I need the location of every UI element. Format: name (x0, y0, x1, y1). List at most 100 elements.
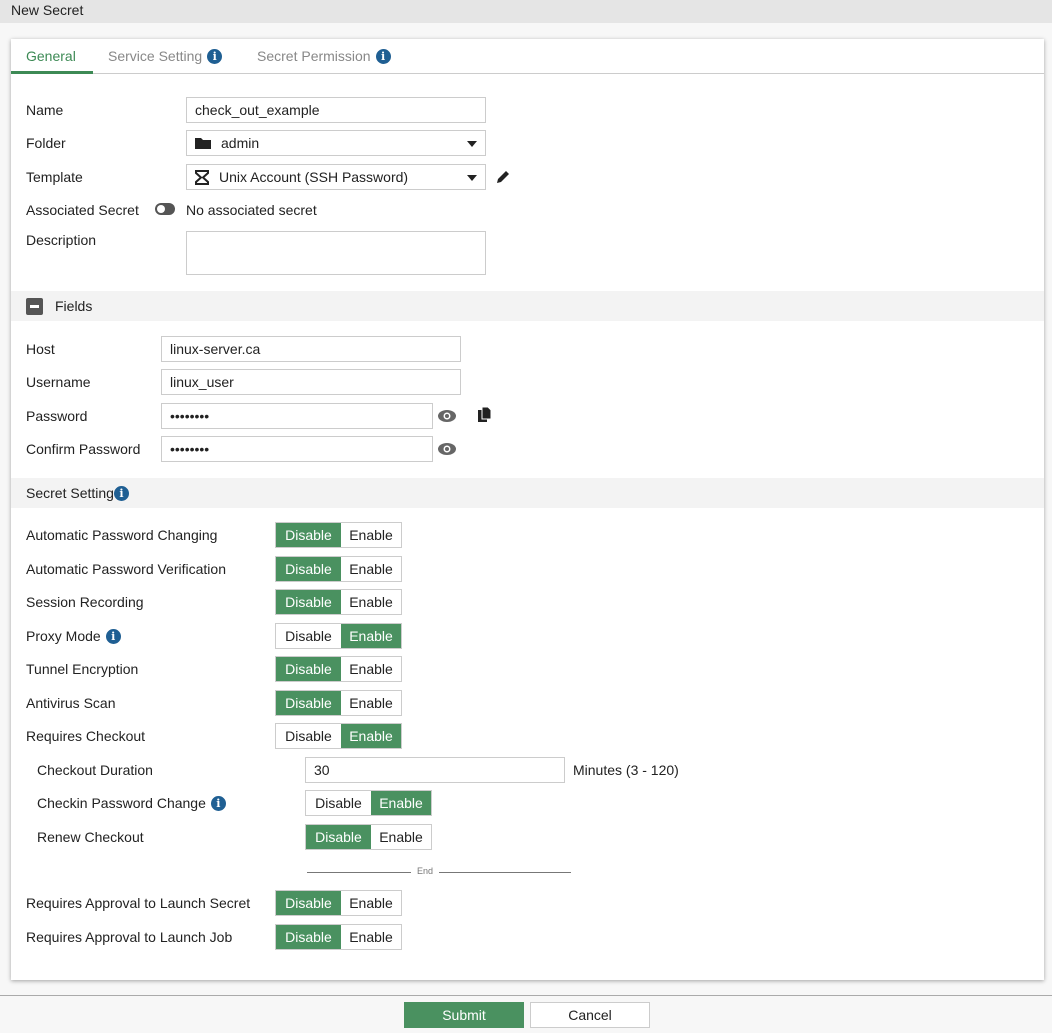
window-title: New Secret (0, 0, 1052, 23)
tab-label: Service Setting (108, 48, 203, 64)
name-input[interactable]: check_out_example (186, 97, 486, 123)
enable-option[interactable]: Enable (341, 523, 401, 547)
name-value: check_out_example (195, 102, 320, 118)
enable-option[interactable]: Enable (341, 891, 401, 915)
pencil-icon[interactable] (495, 169, 511, 185)
setting-label: Requires Approval to Launch Secret (26, 895, 250, 911)
fields-section-header[interactable]: Fields (11, 291, 1044, 321)
disable-enable-toggle[interactable]: Disable Enable (275, 690, 402, 716)
disable-option[interactable]: Disable (276, 590, 341, 614)
disable-enable-toggle[interactable]: Disable Enable (275, 522, 402, 548)
copy-icon[interactable] (478, 407, 492, 423)
template-label: Template (26, 169, 83, 185)
confirm-password-value: •••••••• (170, 441, 210, 457)
cancel-button[interactable]: Cancel (530, 1002, 650, 1028)
enable-option[interactable]: Enable (371, 791, 431, 815)
folder-select[interactable]: admin (186, 130, 486, 156)
description-label: Description (26, 232, 97, 248)
footer-divider (0, 995, 1052, 996)
chevron-down-icon (467, 141, 477, 147)
checkout-duration-input[interactable]: 30 (305, 757, 565, 783)
disable-option[interactable]: Disable (306, 825, 371, 849)
fields-title: Fields (55, 298, 93, 314)
enable-option[interactable]: Enable (341, 557, 401, 581)
enable-option[interactable]: Enable (341, 624, 401, 648)
disable-option[interactable]: Disable (276, 657, 341, 681)
setting-label: Requires Checkout (26, 728, 145, 744)
template-select[interactable]: Unix Account (SSH Password) (186, 164, 486, 190)
collapse-icon[interactable] (26, 297, 43, 315)
enable-option[interactable]: Enable (371, 825, 431, 849)
enable-option[interactable]: Enable (341, 691, 401, 715)
setting-label: Session Recording (26, 594, 144, 610)
tab-label: Secret Permission (257, 48, 371, 64)
username-label: Username (26, 374, 91, 390)
disable-enable-toggle[interactable]: Disable Enable (305, 824, 432, 850)
hourglass-icon (195, 169, 209, 185)
setting-label-text: Requires Approval to Launch Job (26, 929, 233, 945)
secret-form-card: General Service Setting i Secret Permissi… (11, 39, 1044, 980)
password-input[interactable]: •••••••• (161, 403, 433, 429)
checkout-duration-label: Checkout Duration (37, 762, 153, 778)
enable-option[interactable]: Enable (341, 657, 401, 681)
submit-button[interactable]: Submit (404, 1002, 524, 1028)
disable-enable-toggle[interactable]: Disable Enable (275, 623, 402, 649)
setting-label-text: Proxy Mode (26, 628, 101, 644)
disable-option[interactable]: Disable (276, 557, 341, 581)
disable-option[interactable]: Disable (306, 791, 371, 815)
enable-option[interactable]: Enable (341, 925, 401, 949)
secret-setting-section-header: Secret Setting i (11, 478, 1044, 508)
description-textarea[interactable] (186, 231, 486, 275)
enable-option[interactable]: Enable (341, 590, 401, 614)
host-input[interactable]: linux-server.ca (161, 336, 461, 362)
setting-label-text: Session Recording (26, 594, 144, 610)
host-label: Host (26, 341, 55, 357)
setting-label-text: Automatic Password Verification (26, 561, 226, 577)
setting-label: Automatic Password Verification (26, 561, 226, 577)
confirm-password-input[interactable]: •••••••• (161, 436, 433, 462)
associated-secret-label: Associated Secret (26, 202, 139, 218)
disable-enable-toggle[interactable]: Disable Enable (275, 924, 402, 950)
folder-icon (195, 138, 211, 149)
confirm-password-label: Confirm Password (26, 441, 141, 457)
associated-secret-value: No associated secret (186, 202, 317, 218)
username-value: linux_user (170, 374, 234, 390)
disable-enable-toggle[interactable]: Disable Enable (275, 890, 402, 916)
disable-option[interactable]: Disable (276, 891, 341, 915)
host-value: linux-server.ca (170, 341, 261, 357)
disable-option[interactable]: Disable (276, 691, 341, 715)
disable-enable-toggle[interactable]: Disable Enable (275, 556, 402, 582)
eye-icon[interactable] (437, 442, 457, 456)
disable-enable-toggle[interactable]: Disable Enable (305, 790, 432, 816)
enable-option[interactable]: Enable (341, 724, 401, 748)
disable-enable-toggle[interactable]: Disable Enable (275, 589, 402, 615)
setting-label: Renew Checkout (37, 829, 144, 845)
password-label: Password (26, 408, 88, 424)
chevron-down-icon (467, 175, 477, 181)
setting-label: Automatic Password Changing (26, 527, 217, 543)
tab-label: General (26, 48, 76, 64)
folder-value: admin (221, 135, 260, 151)
tab-service-setting[interactable]: Service Setting i (108, 48, 223, 64)
eye-icon[interactable] (437, 409, 457, 423)
disable-option[interactable]: Disable (276, 724, 341, 748)
password-value: •••••••• (170, 408, 210, 424)
tab-general[interactable]: General (26, 48, 76, 64)
disable-enable-toggle[interactable]: Disable Enable (275, 723, 402, 749)
info-icon: i (113, 485, 129, 501)
disable-option[interactable]: Disable (276, 925, 341, 949)
tab-secret-permission[interactable]: Secret Permission i (257, 48, 391, 64)
folder-label: Folder (26, 135, 66, 151)
setting-label: Antivirus Scan (26, 695, 115, 711)
setting-label-text: Checkin Password Change (37, 795, 206, 811)
secret-setting-title: Secret Setting (26, 485, 114, 501)
template-value: Unix Account (SSH Password) (219, 169, 409, 185)
tab-bar: General Service Setting i Secret Permissi… (11, 39, 1044, 74)
disable-option[interactable]: Disable (276, 624, 341, 648)
disable-enable-toggle[interactable]: Disable Enable (275, 656, 402, 682)
associated-secret-toggle[interactable] (155, 203, 175, 215)
setting-label: Checkin Password Change i (37, 795, 226, 811)
checkout-duration-unit: Minutes (3 - 120) (573, 762, 679, 778)
disable-option[interactable]: Disable (276, 523, 341, 547)
username-input[interactable]: linux_user (161, 369, 461, 395)
